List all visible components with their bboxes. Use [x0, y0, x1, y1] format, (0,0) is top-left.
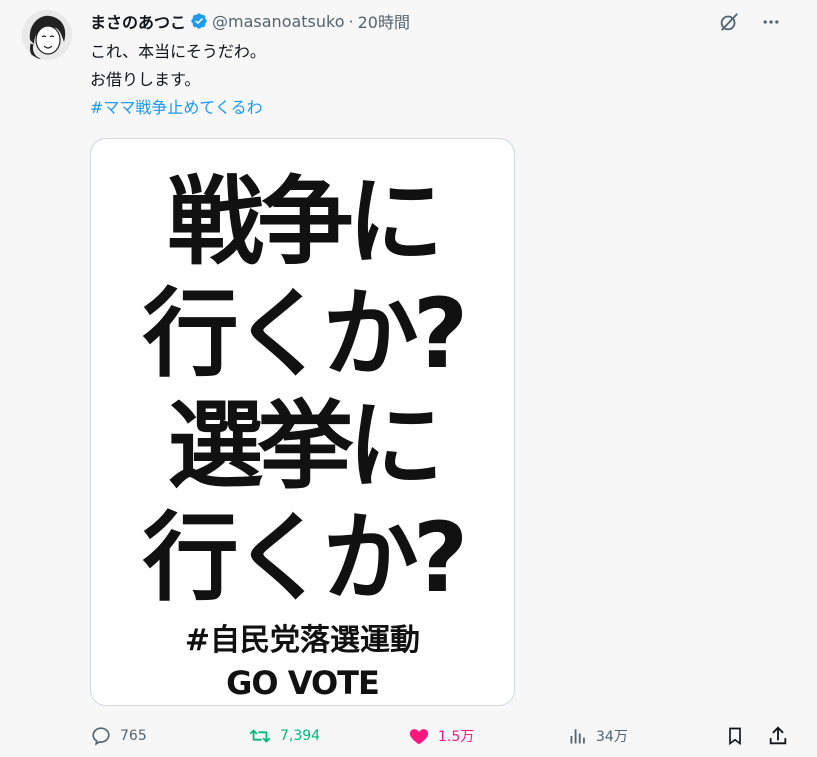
reply-button[interactable]: 765 [90, 722, 147, 750]
like-icon [409, 729, 429, 745]
reply-count: 765 [120, 728, 147, 744]
repost-button[interactable]: 7,394 [248, 722, 320, 750]
views-button[interactable]: 34万 [568, 722, 628, 750]
avatar[interactable] [22, 10, 72, 60]
poster-line: 選挙に [167, 390, 444, 502]
hashtag-link[interactable]: #ママ戦争止めてくるわ [90, 94, 266, 122]
separator: · [348, 11, 354, 31]
views-icon [570, 729, 585, 744]
author-handle[interactable]: @masanoatsuko [212, 12, 345, 31]
bookmark-icon [729, 727, 741, 746]
repost-icon [249, 729, 271, 743]
post-header: まさのあつこ @masanoatsuko · 20時間 [90, 8, 410, 34]
poster: 戦争に 行くか? 選挙に 行くか? #自民党落選運動 GO VOTE [91, 139, 514, 705]
poster-line: 行くか? [142, 502, 469, 614]
repost-count: 7,394 [280, 728, 321, 744]
poster-hashtag: #自民党落選運動 [184, 623, 421, 658]
post-text-line: これ、本当にそうだわ。 [90, 42, 266, 61]
post-text-line: お借りします。 [90, 70, 201, 89]
grok-icon[interactable] [717, 10, 741, 34]
views-count: 34万 [596, 729, 628, 745]
more-icon[interactable] [759, 10, 783, 34]
verified-badge-icon[interactable] [190, 12, 208, 30]
poster-line: 行くか? [142, 278, 469, 390]
poster-line: 戦争に [167, 166, 444, 278]
bookmark-button[interactable] [725, 722, 753, 750]
post-text: これ、本当にそうだわ。 お借りします。 #ママ戦争止めてくるわ [90, 38, 266, 122]
top-actions [717, 10, 783, 34]
reply-icon [92, 727, 110, 746]
poster-cta: GO VOTE [226, 664, 380, 702]
like-button[interactable]: 1.5万 [408, 722, 474, 750]
post-time[interactable]: 20時間 [358, 9, 410, 33]
author-name[interactable]: まさのあつこ [90, 9, 186, 33]
like-count: 1.5万 [438, 729, 475, 745]
share-icon [769, 726, 787, 745]
action-bar: 765 7,394 1.5万 34万 [90, 722, 795, 750]
post-image[interactable]: 戦争に 行くか? 選挙に 行くか? #自民党落選運動 GO VOTE [90, 138, 515, 706]
share-button[interactable] [767, 722, 797, 750]
